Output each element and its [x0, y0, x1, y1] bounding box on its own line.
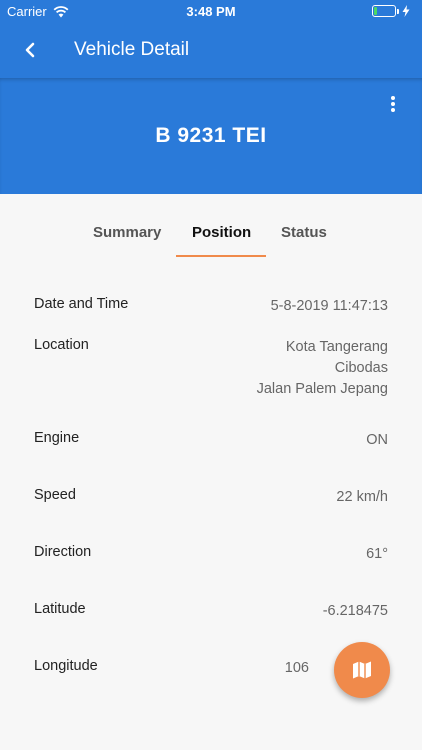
battery-level [374, 7, 377, 15]
detail-value: ON [366, 432, 388, 448]
tab-status[interactable]: Status [281, 224, 327, 241]
detail-value: 61° [366, 546, 388, 562]
vehicle-header: B 9231 TEI [0, 78, 422, 194]
more-vertical-icon [391, 96, 395, 112]
detail-value: 22 km/h [336, 489, 388, 505]
location-line: Cibodas [334, 360, 388, 376]
location-line: Kota Tangerang [285, 339, 388, 355]
active-tab-indicator [176, 255, 266, 257]
vehicle-plate: B 9231 TEI [155, 124, 267, 147]
detail-label: Location [34, 337, 89, 353]
status-time: 3:48 PM [186, 4, 236, 19]
detail-label: Latitude [34, 601, 86, 617]
tab-bar: Summary Position Status [0, 194, 422, 260]
tab-position[interactable]: Position [192, 224, 251, 241]
battery-icon [372, 5, 396, 17]
detail-value: 5-8-2019 11:47:13 [270, 298, 388, 314]
map-fab-button[interactable] [334, 642, 390, 698]
map-icon [353, 661, 371, 679]
page-title: Vehicle Detail [74, 39, 190, 60]
detail-label: Engine [34, 430, 80, 446]
detail-label: Longitude [34, 658, 98, 674]
battery-indicator [372, 5, 410, 17]
detail-label: Direction [34, 544, 92, 560]
back-button[interactable] [16, 36, 44, 64]
app-bar: Vehicle Detail [0, 22, 422, 78]
detail-label: Speed [34, 487, 76, 503]
location-line: Jalan Palem Jepang [256, 381, 388, 397]
chevron-left-icon [25, 42, 35, 58]
detail-label: Date and Time [34, 296, 129, 312]
charging-bolt-icon [402, 5, 410, 17]
detail-value: -6.218475 [322, 603, 388, 619]
more-options-button[interactable] [388, 94, 398, 114]
status-bar: Carrier 3:48 PM [0, 0, 422, 22]
detail-value-location: Kota Tangerang Cibodas Jalan Palem Jepan… [257, 337, 388, 400]
tab-summary[interactable]: Summary [93, 224, 161, 241]
detail-value: 106 [284, 660, 309, 676]
